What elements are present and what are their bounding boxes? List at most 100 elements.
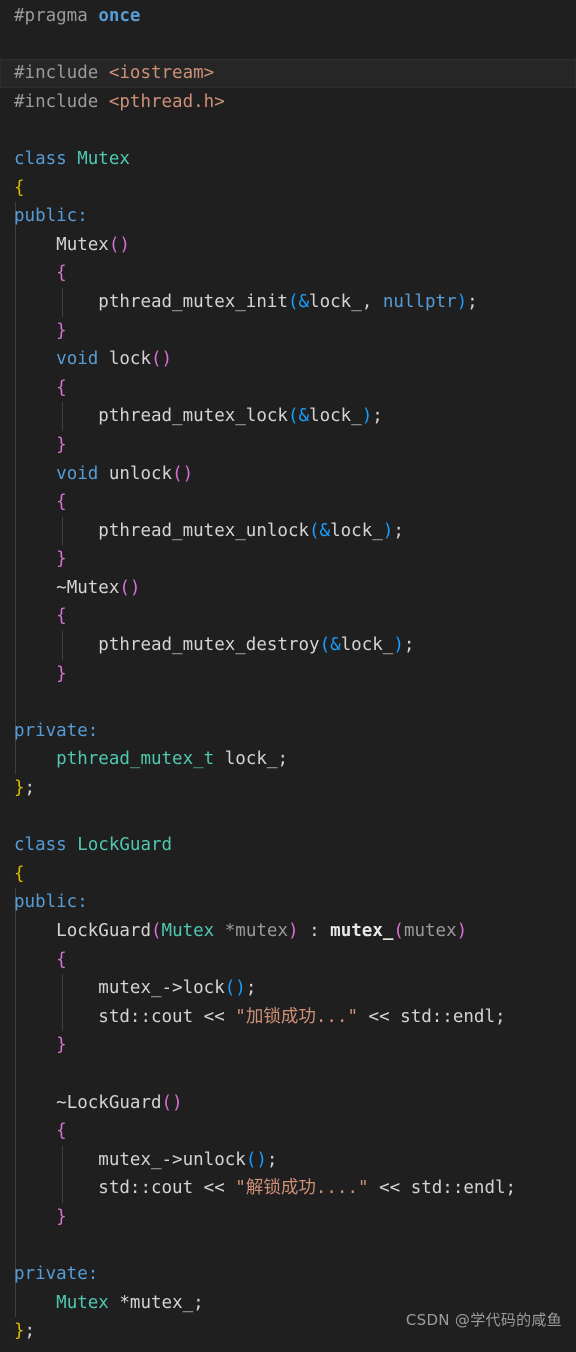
preprocessor-directive: #include [14,91,99,112]
code-line[interactable]: #include <pthread.h> [0,88,576,117]
type-name-lockguard: LockGuard [77,835,173,856]
keyword-class: class [14,148,67,169]
code-line[interactable]: std::cout << "解锁成功...." << std::endl; [0,1174,576,1203]
member-variable-lock: lock_ [224,749,278,770]
code-line[interactable]: class LockGuard [0,831,576,860]
preprocessor-directive: #pragma [14,6,88,26]
brace-open: { [56,949,67,970]
access-specifier-private: private: [14,720,99,741]
member-variable-mutex: *mutex_ [119,1292,194,1313]
code-line[interactable]: class Mutex [0,145,576,174]
code-line-blank[interactable] [0,116,576,145]
code-line[interactable]: private: [0,716,576,746]
brace-open: { [56,606,67,627]
code-line[interactable]: pthread_mutex_unlock(&lock_); [0,516,576,546]
access-specifier-private: private: [14,1264,99,1285]
brace-close: } [56,434,67,455]
code-line[interactable]: ~Mutex() [0,573,576,603]
member-variable-mutex: mutex_ [98,1149,162,1170]
code-line[interactable]: { [0,373,576,403]
code-line[interactable]: } [0,545,576,574]
constructor-name: Mutex [56,234,109,255]
code-line-highlighted[interactable]: #include <iostream> [0,59,576,88]
code-line[interactable]: public: [0,888,576,917]
code-line[interactable]: { [0,1117,576,1146]
code-line[interactable]: void unlock() [0,459,576,489]
method-name-lock: lock [182,978,225,999]
brace-close: } [56,549,67,570]
code-line[interactable]: { [0,945,576,975]
code-line[interactable]: { [0,174,576,203]
code-line[interactable]: { [0,860,576,889]
destructor-name-lockguard: ~LockGuard [56,1092,162,1113]
brace-open: { [56,1121,67,1142]
brace-close: } [14,1321,25,1342]
code-line[interactable]: } [0,659,576,689]
code-line-blank[interactable] [0,688,576,717]
code-line-blank[interactable] [0,31,576,60]
include-path: <iostream> [108,63,215,84]
code-editor[interactable]: #pragma once #include <iostream> #includ… [0,0,576,1352]
string-literal-unlock-success: "解锁成功...." [235,1178,369,1199]
code-line[interactable]: pthread_mutex_lock(&lock_); [0,402,576,431]
brace-open: { [14,177,25,198]
type-name-pthread-mutex-t: pthread_mutex_t [56,749,215,770]
code-line[interactable]: void lock() [0,345,576,374]
constructor-name-lockguard: LockGuard [56,921,151,941]
code-line-blank[interactable] [0,1059,576,1089]
code-line[interactable]: } [0,316,576,346]
type-name-mutex: Mutex [77,148,130,169]
code-line[interactable]: }; [0,774,576,803]
code-line[interactable]: pthread_mutex_t lock_; [0,745,576,774]
function-call-pthread-mutex-init: pthread_mutex_init [98,291,288,312]
member-variable-mutex: mutex_ [98,978,162,999]
code-line[interactable]: #pragma once [0,2,576,31]
access-specifier-public: public: [14,892,88,913]
function-call-pthread-mutex-lock: pthread_mutex_lock [98,406,288,427]
watermark: CSDN @学代码的咸鱼 [405,1311,562,1329]
brace-close: } [56,1035,67,1056]
paren-pair: () [151,349,173,370]
preprocessor-directive: #include [14,63,99,84]
brace-open: { [14,863,25,884]
code-line[interactable]: } [0,430,576,460]
code-line[interactable]: private: [0,1260,576,1289]
code-line[interactable]: Mutex() [0,230,576,260]
code-line[interactable]: public: [0,202,576,231]
code-line[interactable]: } [0,1031,576,1060]
paren-pair: () [161,1092,183,1113]
code-line[interactable]: pthread_mutex_destroy(&lock_); [0,631,576,660]
code-line[interactable]: pthread_mutex_init(&lock_, nullptr); [0,287,576,317]
brace-open: { [56,263,67,284]
paren-pair: () [119,577,141,598]
code-line-blank[interactable] [0,803,576,832]
code-line[interactable]: { [0,488,576,517]
code-line[interactable]: { [0,602,576,631]
code-line-blank[interactable] [0,1231,576,1261]
access-specifier-public: public: [14,206,88,227]
paren-pair: () [108,234,130,255]
code-line[interactable]: std::cout << "加锁成功..." << std::endl; [0,1002,576,1032]
method-name-unlock: unlock [182,1149,246,1170]
code-line[interactable]: } [0,1202,576,1232]
code-line[interactable]: mutex_->unlock(); [0,1145,576,1175]
method-name-unlock: unlock [108,463,173,484]
type-name-mutex: Mutex [161,921,215,941]
keyword-void: void [56,463,99,484]
include-path: <pthread.h> [108,91,225,112]
brace-close: } [14,778,25,799]
brace-open: { [56,377,67,398]
code-line[interactable]: mutex_->lock(); [0,974,576,1003]
code-line[interactable]: LockGuard(Mutex *mutex) : mutex_(mutex) [0,917,576,946]
keyword-void: void [56,349,99,370]
keyword-once: once [98,6,141,26]
brace-open: { [56,492,67,513]
paren-pair: () [172,463,194,484]
string-literal-lock-success: "加锁成功..." [235,1006,358,1027]
function-call-pthread-mutex-unlock: pthread_mutex_unlock [98,520,310,541]
destructor-name-mutex: ~Mutex [56,577,120,598]
code-line[interactable]: ~LockGuard() [0,1088,576,1118]
member-variable-mutex: mutex_ [330,921,394,941]
code-line[interactable]: { [0,259,576,288]
keyword-nullptr: nullptr [382,291,457,312]
